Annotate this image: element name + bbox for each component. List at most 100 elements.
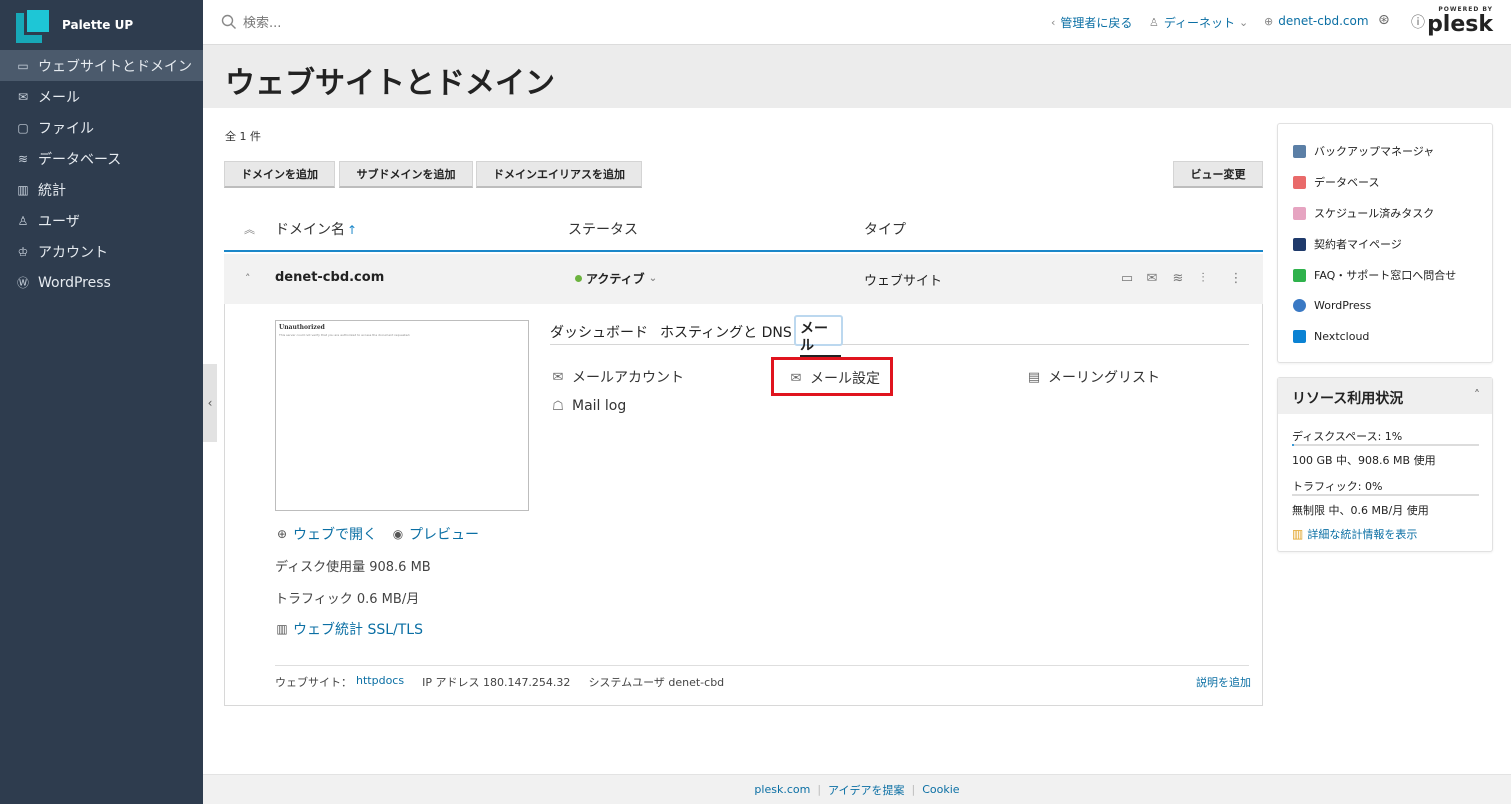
status-dot: [575, 275, 582, 282]
open-in-web-link[interactable]: ウェブで開く: [293, 524, 377, 544]
mail-log-link[interactable]: ☖ Mail log: [550, 398, 626, 414]
sidebar-item-account[interactable]: ♔ アカウント: [0, 236, 203, 267]
domain-name[interactable]: denet-cbd.com: [275, 270, 384, 285]
sidebar-item-statistics[interactable]: ▥ 統計: [0, 174, 203, 205]
user-icon: ♙: [1149, 16, 1159, 29]
disk-space-bar: [1292, 444, 1479, 446]
sidebar-item-label: 統計: [38, 182, 66, 199]
plesk-com-link[interactable]: plesk.com: [754, 783, 810, 796]
eye-icon: ◉: [392, 527, 404, 541]
sidebar-item-users[interactable]: ♙ ユーザ: [0, 205, 203, 236]
preview-body: This server could not verify that you ar…: [279, 333, 411, 337]
chevron-down-icon: ⌄: [648, 273, 658, 284]
sidebar-item-websites[interactable]: ▭ ウェブサイトとドメイン: [0, 50, 203, 81]
cookie-link[interactable]: Cookie: [922, 783, 959, 796]
ip-address: IP アドレス 180.147.254.32: [422, 676, 571, 689]
web-stats-link[interactable]: ウェブ統計 SSL/TLS: [293, 619, 423, 639]
mail-accounts-link[interactable]: ✉ メールアカウント: [550, 367, 684, 387]
change-view-button[interactable]: ビュー変更: [1173, 161, 1263, 188]
sidebar-item-wordpress[interactable]: Ⓦ WordPress: [0, 267, 203, 298]
mailing-lists-label: メーリングリスト: [1048, 370, 1160, 386]
database-icon[interactable]: ≋: [1170, 271, 1186, 287]
backup-icon: [1293, 144, 1306, 158]
app-name: Palette UP: [62, 18, 134, 32]
sort-asc-icon: ↑: [347, 223, 358, 237]
column-type[interactable]: タイプ: [864, 219, 906, 239]
more-options-icon[interactable]: ⋮: [1228, 271, 1244, 287]
collapse-sidebar-handle[interactable]: ‹: [203, 364, 217, 442]
nextcloud-link[interactable]: Nextcloud: [1293, 330, 1369, 343]
side-link-label: バックアップマネージャ: [1314, 145, 1435, 158]
suggest-idea-link[interactable]: アイデアを提案: [828, 782, 904, 798]
mailing-lists-link[interactable]: ▤ メーリングリスト: [1026, 367, 1160, 387]
sidebar-item-files[interactable]: ▢ ファイル: [0, 112, 203, 143]
resource-usage-title: リソース利用状況: [1292, 391, 1404, 407]
traffic-label: トラフィック: 0%: [1292, 480, 1383, 493]
app-logo[interactable]: Palette UP: [0, 0, 203, 50]
page-footer: plesk.com | アイデアを提案 | Cookie: [203, 774, 1511, 804]
support-icon: [1293, 268, 1306, 282]
add-subdomain-button[interactable]: サブドメインを追加: [339, 161, 473, 188]
disk-space-label: ディスクスペース: 1%: [1292, 430, 1403, 443]
site-preview-thumbnail[interactable]: Unauthorized This server could not verif…: [275, 320, 529, 511]
status-dropdown[interactable]: アクティブ ⌄: [575, 270, 657, 287]
resource-usage-header[interactable]: リソース利用状況 ˄: [1278, 378, 1492, 414]
folder-icon[interactable]: ▭: [1119, 271, 1135, 287]
scheduled-tasks-link[interactable]: スケジュール済みタスク: [1293, 205, 1434, 221]
search-box[interactable]: 検索...: [221, 12, 281, 31]
document-root-link[interactable]: httpdocs: [356, 674, 404, 690]
collapse-row-icon[interactable]: ˄: [245, 272, 251, 285]
mail-icon[interactable]: ✉: [1144, 271, 1160, 287]
bar-chart-icon: ▥: [1292, 527, 1304, 541]
detailed-stats-link[interactable]: 詳細な統計情報を表示: [1307, 526, 1417, 542]
globe-icon: ⊕: [276, 527, 288, 541]
help-center-icon[interactable]: ⊛: [1378, 12, 1390, 28]
settings-sliders-icon[interactable]: ⫶: [1195, 271, 1211, 287]
back-to-admin-label: 管理者に戻る: [1060, 16, 1133, 30]
column-domain-name[interactable]: ドメイン名 ↑: [275, 219, 357, 239]
sidebar-item-mail[interactable]: ✉ メール: [0, 81, 203, 112]
account-icon: ♔: [17, 244, 29, 259]
faq-support-link[interactable]: FAQ・サポート窓口へ問合せ: [1293, 267, 1456, 283]
add-domain-alias-button[interactable]: ドメインエイリアスを追加: [476, 161, 642, 188]
back-to-admin-link[interactable]: ‹ 管理者に戻る: [1051, 14, 1132, 31]
mypage-icon: [1293, 237, 1306, 251]
preview-link[interactable]: プレビュー: [409, 524, 479, 544]
side-link-label: 契約者マイページ: [1314, 238, 1402, 251]
add-domain-button[interactable]: ドメインを追加: [224, 161, 335, 188]
tab-mail-label: メール: [800, 321, 841, 357]
mail-log-label: Mail log: [572, 398, 627, 414]
chevron-left-icon: ‹: [207, 396, 213, 410]
column-status[interactable]: ステータス: [568, 219, 638, 239]
collapse-all-icon[interactable]: ︽: [244, 221, 255, 237]
subscriber-mypage-link[interactable]: 契約者マイページ: [1293, 236, 1402, 252]
table-row: ˄ denet-cbd.com アクティブ ⌄ ウェブサイト ▭ ✉ ≋ ⫶ ⋮: [224, 254, 1263, 304]
databases-link[interactable]: データベース: [1293, 174, 1379, 190]
sidebar-item-label: WordPress: [38, 274, 111, 291]
wordpress-icon: Ⓦ: [16, 276, 29, 290]
top-bar: 検索... ‹ 管理者に戻る ♙ ディーネット ⌄ ⊕ denet-cbd.co…: [203, 0, 1511, 45]
footer-separator: |: [911, 783, 916, 796]
tab-mail[interactable]: メール: [794, 315, 843, 357]
add-description-link[interactable]: 説明を追加: [1196, 674, 1251, 690]
detailed-stats-row: ▥ 詳細な統計情報を表示: [1292, 526, 1417, 542]
quick-links-card: バックアップマネージャ データベース スケジュール済みタスク 契約者マイページ …: [1277, 123, 1493, 363]
sidebar-item-label: ウェブサイトとドメイン: [38, 58, 192, 75]
nextcloud-icon: [1293, 330, 1306, 343]
domain-selector[interactable]: ⊕ denet-cbd.com: [1264, 14, 1369, 28]
tab-hosting-dns[interactable]: ホスティングと DNS: [660, 322, 792, 342]
tab-dashboard[interactable]: ダッシュボード: [550, 322, 648, 342]
help-icon[interactable]: ⓘ: [1411, 12, 1425, 32]
bar-chart-icon: ▥: [276, 622, 288, 636]
database-icon: ≋: [17, 151, 29, 166]
sidebar-item-databases[interactable]: ≋ データベース: [0, 143, 203, 174]
domain-tabs: ダッシュボード ホスティングと DNS メール: [550, 315, 1249, 357]
search-input[interactable]: 検索...: [243, 12, 281, 31]
traffic-bar: [1292, 494, 1479, 496]
chevron-up-icon[interactable]: ˄: [1474, 388, 1480, 402]
sidebar-item-label: ユーザ: [38, 213, 80, 230]
logo-icon: [16, 7, 52, 43]
backup-manager-link[interactable]: バックアップマネージャ: [1293, 143, 1434, 159]
user-menu[interactable]: ♙ ディーネット ⌄: [1149, 14, 1253, 31]
wordpress-link[interactable]: WordPress: [1293, 299, 1371, 312]
